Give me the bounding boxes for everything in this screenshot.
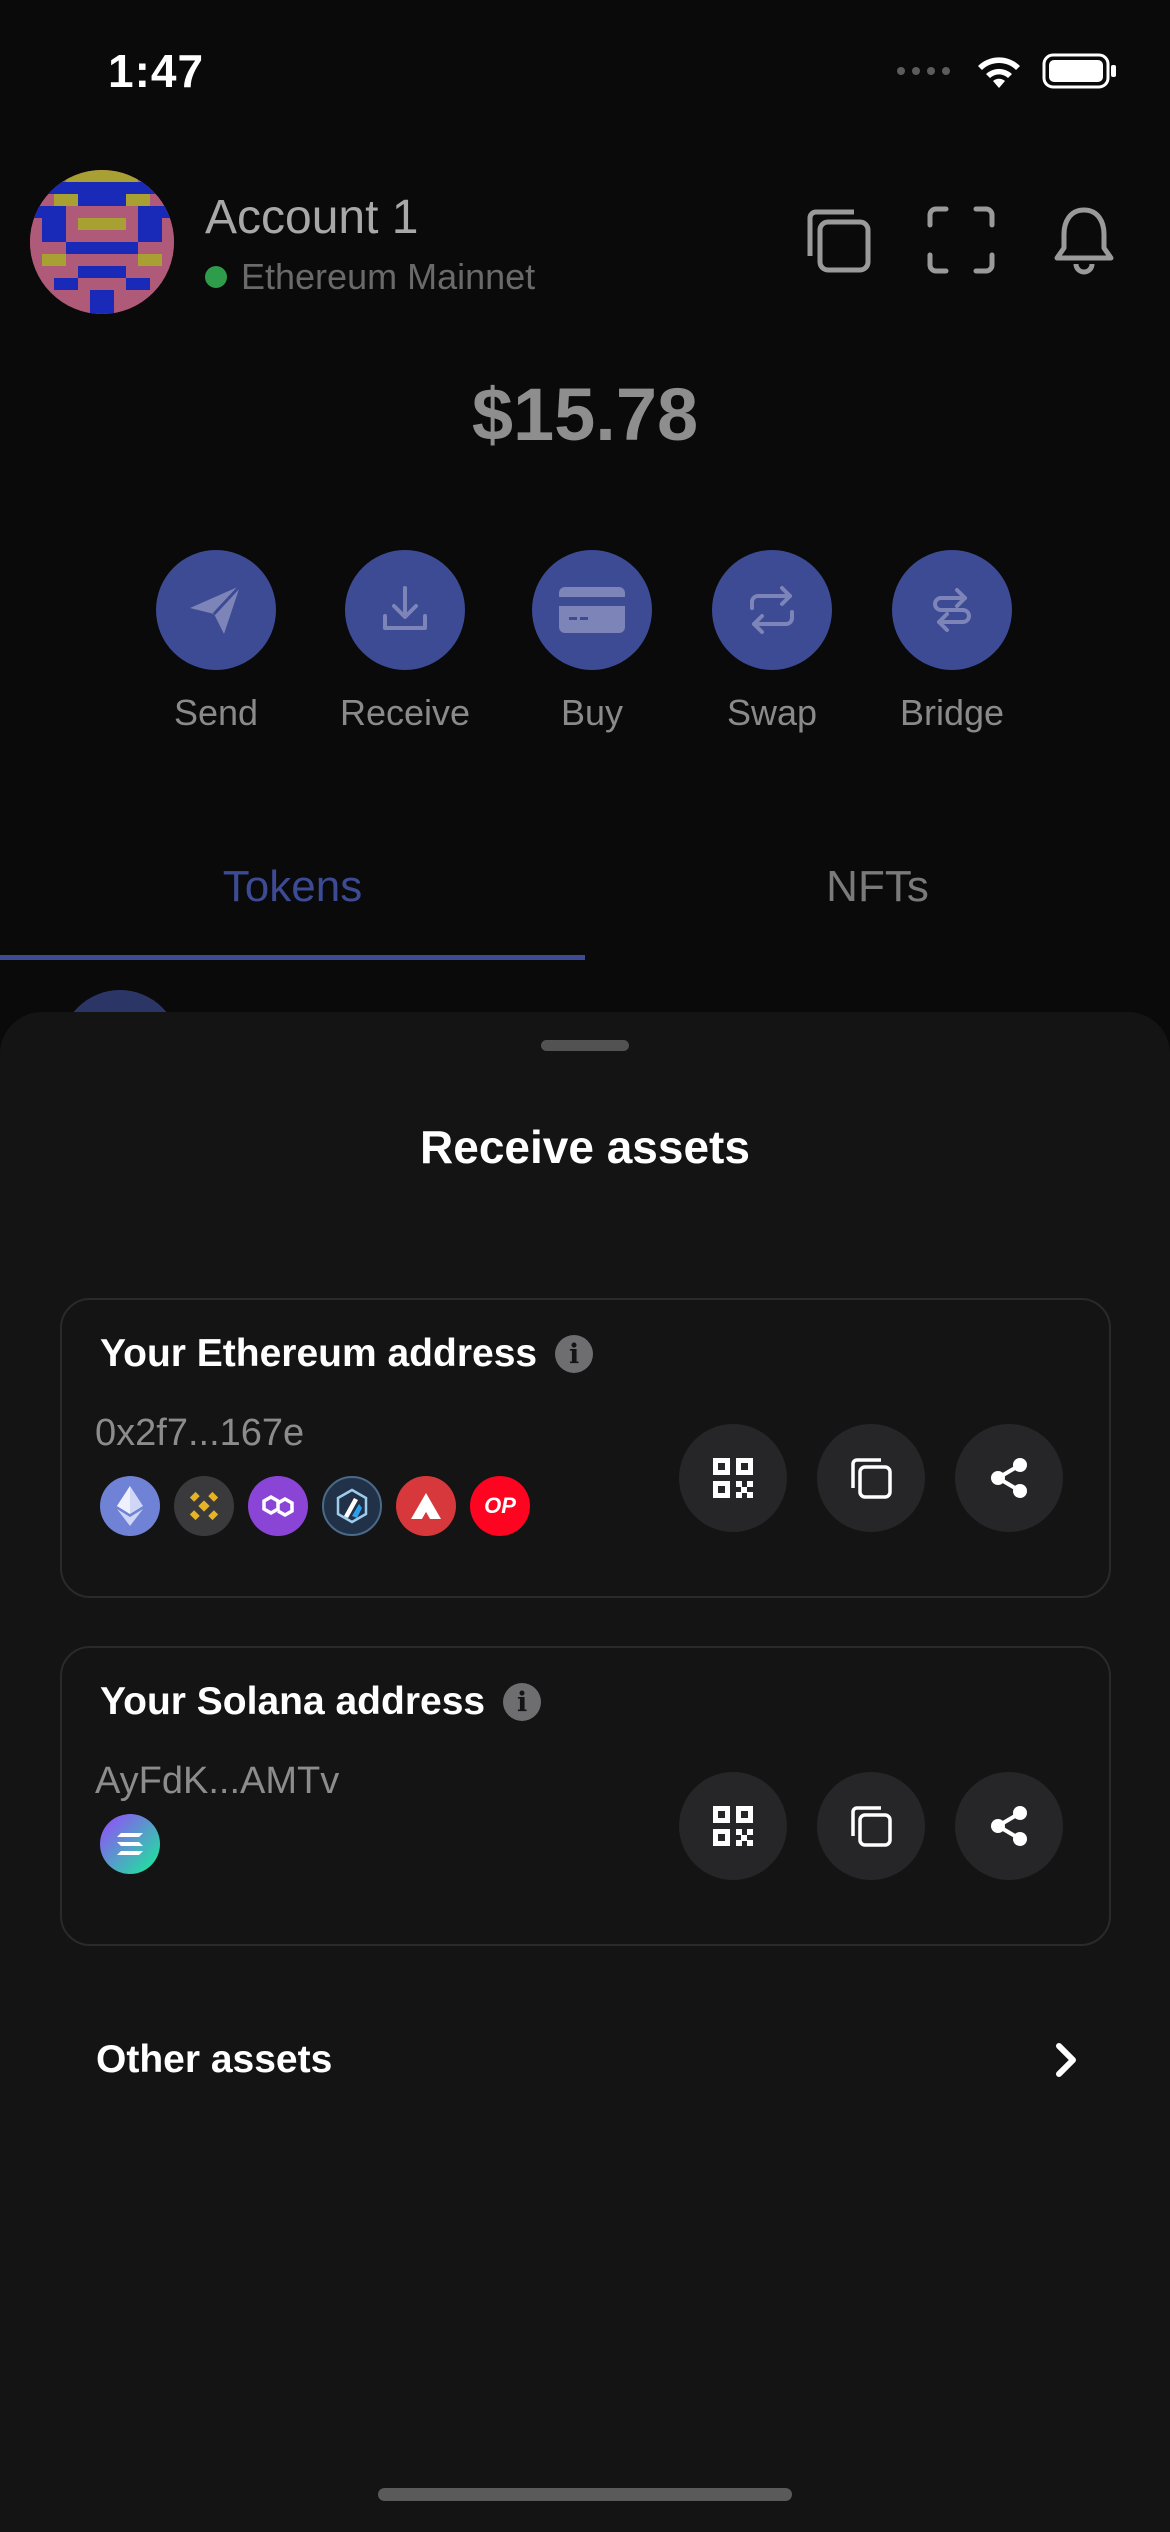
cellular-signal-icon — [897, 67, 950, 75]
solana-icon — [100, 1814, 160, 1874]
send-button[interactable]: Send — [126, 550, 306, 734]
ethereum-address-card: Your Ethereum address i 0x2f7...167e OP — [60, 1298, 1111, 1598]
polygon-icon — [248, 1476, 308, 1536]
account-name[interactable]: Account 1 — [205, 190, 418, 245]
share-icon — [991, 1806, 1027, 1846]
info-icon[interactable]: i — [555, 1335, 594, 1373]
sheet-title: Receive assets — [420, 1121, 750, 1173]
qr-code-icon — [713, 1458, 753, 1498]
bridge-label: Bridge — [899, 692, 1005, 733]
buy-button[interactable]: Buy — [502, 550, 682, 734]
network-name: Ethereum Mainnet — [241, 256, 536, 297]
chevron-right-icon — [1056, 2043, 1076, 2077]
ethereum-address: 0x2f7...167e — [95, 1412, 305, 1454]
swap-icon — [712, 550, 832, 670]
avalanche-icon — [396, 1476, 456, 1536]
solana-address-card: Your Solana address i AyFdK...AMTv — [60, 1646, 1111, 1946]
account-avatar[interactable] — [30, 170, 174, 314]
status-indicators — [897, 52, 1118, 90]
swap-label: Swap — [726, 692, 818, 733]
arbitrum-icon — [322, 1476, 382, 1536]
network-selector[interactable]: Ethereum Mainnet — [205, 256, 535, 298]
receive-button[interactable]: Receive — [315, 550, 495, 734]
solana-card-actions — [679, 1772, 1063, 1880]
buy-label: Buy — [560, 692, 624, 733]
solana-address: AyFdK...AMTv — [95, 1760, 340, 1802]
ethereum-share-button[interactable] — [955, 1424, 1063, 1532]
copy-icon[interactable] — [800, 202, 876, 278]
scan-icon[interactable] — [923, 202, 999, 278]
solana-qr-button[interactable] — [679, 1772, 787, 1880]
account-balance: $15.78 — [471, 373, 699, 456]
qr-code-icon — [713, 1806, 753, 1846]
ethereum-qr-button[interactable] — [679, 1424, 787, 1532]
receive-assets-sheet: Receive assets Your Ethereum address i 0… — [0, 1012, 1170, 2532]
copy-icon — [851, 1806, 892, 1847]
tab-nfts[interactable]: NFTs — [585, 862, 1170, 912]
ethereum-chain-list: OP — [100, 1476, 530, 1536]
solana-chain-list — [100, 1814, 160, 1874]
home-indicator[interactable] — [378, 2488, 792, 2501]
sheet-grabber[interactable] — [541, 1040, 629, 1051]
send-icon — [156, 550, 276, 670]
send-label: Send — [173, 692, 259, 733]
status-time: 1:47 — [108, 45, 205, 97]
other-assets-label: Other assets — [96, 2038, 333, 2081]
receive-label: Receive — [339, 692, 471, 733]
solana-card-title-text: Your Solana address — [100, 1680, 486, 1723]
other-assets-row[interactable]: Other assets — [96, 2020, 1080, 2100]
network-status-dot — [205, 266, 227, 288]
bridge-icon — [892, 550, 1012, 670]
copy-icon — [851, 1458, 892, 1499]
active-tab-indicator — [0, 955, 585, 960]
solana-copy-button[interactable] — [817, 1772, 925, 1880]
ethereum-icon — [100, 1476, 160, 1536]
ethereum-card-title-text: Your Ethereum address — [100, 1332, 538, 1375]
solana-share-button[interactable] — [955, 1772, 1063, 1880]
wifi-icon — [978, 57, 1020, 88]
bell-icon[interactable] — [1046, 202, 1122, 278]
bridge-button[interactable]: Bridge — [862, 550, 1042, 734]
tab-tokens[interactable]: Tokens — [0, 862, 585, 912]
battery-icon — [1042, 53, 1116, 89]
ethereum-copy-button[interactable] — [817, 1424, 925, 1532]
ethereum-card-actions — [679, 1424, 1063, 1532]
solana-card-title: Your Solana address i — [100, 1680, 542, 1724]
info-icon[interactable]: i — [503, 1683, 542, 1721]
card-icon — [532, 550, 652, 670]
optimism-icon: OP — [470, 1476, 530, 1536]
download-icon — [345, 550, 465, 670]
swap-button[interactable]: Swap — [682, 550, 862, 734]
optimism-badge-text: OP — [484, 1493, 516, 1518]
bnb-chain-icon — [174, 1476, 234, 1536]
ethereum-card-title: Your Ethereum address i — [100, 1332, 594, 1376]
share-icon — [991, 1458, 1027, 1498]
